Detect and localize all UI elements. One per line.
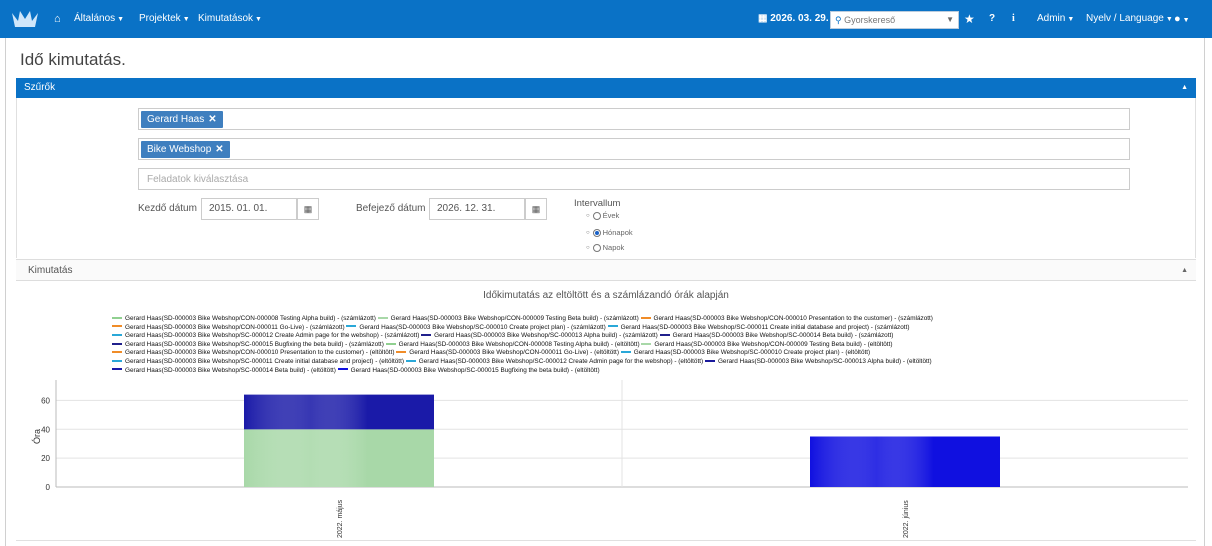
y-tick-label: 20 xyxy=(41,454,50,463)
y-tick-label: 0 xyxy=(46,483,51,492)
x-tick-label: 2022. június xyxy=(903,500,910,538)
x-tick-label: 2022. május xyxy=(337,499,344,538)
bar-segment-shade xyxy=(244,429,434,487)
chart-plot: 0 20 40 60 Óra 2022. május 2022. június xyxy=(32,380,1188,538)
y-axis-label: Óra xyxy=(32,429,42,444)
y-tick-label: 40 xyxy=(41,425,50,434)
bar-segment-shade xyxy=(810,436,1000,487)
y-tick-label: 60 xyxy=(41,396,50,405)
panel-bottom-border xyxy=(16,540,1196,541)
bar-segment-shade xyxy=(244,394,434,430)
